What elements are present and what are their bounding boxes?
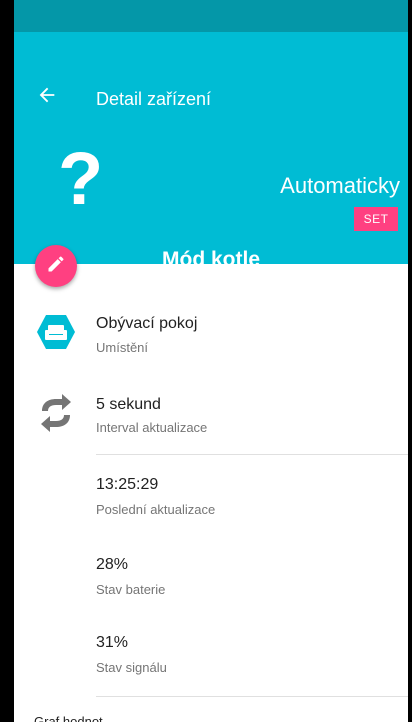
battery-value: 28% [96,556,129,573]
location-value: Obývací pokoj [96,315,198,332]
interval-label: Interval aktualizace [96,420,208,435]
last-update-row: 13:25:29 Poslední aktualizace [14,476,408,526]
last-update-label: Poslední aktualizace [96,502,216,517]
mode-value: Automaticky [280,173,400,198]
battery-label: Stav baterie [96,582,166,597]
location-label: Umístění [96,340,149,355]
pencil-icon [46,254,66,279]
signal-value: 31% [96,634,129,651]
value-graph-link[interactable]: Graf hodnot [34,714,103,722]
frame-border-left [0,0,14,722]
device-detail-screen: Detail zařízení ? Automaticky SET Mód ko… [14,0,408,722]
edit-fab-button[interactable] [35,245,77,287]
signal-label: Stav signálu [96,660,167,675]
location-row[interactable]: Obývací pokoj Umístění [14,310,408,370]
battery-row: 28% Stav baterie [14,556,408,606]
set-button[interactable]: SET [354,207,398,231]
device-status-icon: ? [58,137,104,220]
last-update-value: 13:25:29 [96,476,159,493]
back-arrow-icon[interactable] [36,84,58,110]
device-header: Detail zařízení ? Automaticky SET Mód ko… [14,32,408,271]
interval-value: 5 sekund [96,396,161,413]
status-bar [14,0,408,32]
frame-border-right [408,0,412,722]
interval-row[interactable]: 5 sekund Interval aktualizace [14,390,408,450]
divider [96,696,408,697]
signal-row: 31% Stav signálu [14,634,408,684]
phone-frame: Detail zařízení ? Automaticky SET Mód ko… [0,0,412,722]
page-title: Detail zařízení [96,89,212,109]
sofa-icon [36,314,76,355]
refresh-icon [38,393,74,438]
divider [96,454,408,455]
